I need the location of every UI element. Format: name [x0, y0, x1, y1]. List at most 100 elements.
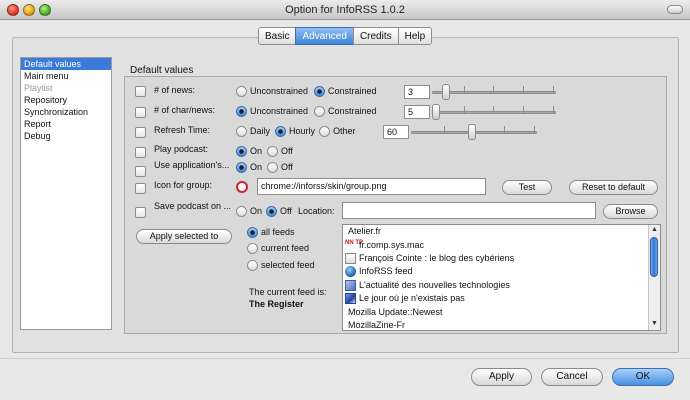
tab-advanced[interactable]: Advanced: [295, 27, 354, 45]
chars-unconstrained-radio[interactable]: [236, 106, 247, 117]
podcast-checkbox[interactable]: [135, 147, 146, 158]
nntp-icon: NN TP: [345, 239, 363, 246]
panel-title: Default values: [130, 65, 194, 76]
sidebar-list: Default values Main menu Playlist Reposi…: [20, 57, 112, 330]
chars-slider-tick: [464, 106, 465, 114]
chars-checkbox[interactable]: [135, 107, 146, 118]
refresh-slider-knob[interactable]: [468, 124, 476, 140]
save-podcast-on-radio[interactable]: [236, 206, 247, 217]
tab-basic[interactable]: Basic: [258, 27, 297, 45]
list-item[interactable]: Le jour où je n'existais pas: [343, 292, 660, 305]
sidebar-item-main-menu[interactable]: Main menu: [21, 70, 111, 82]
scope-selected-feed-radio[interactable]: [247, 260, 258, 271]
toolbar-toggle-icon[interactable]: [667, 5, 683, 14]
icon-group-checkbox[interactable]: [135, 183, 146, 194]
news-unconstrained-label: Unconstrained: [250, 86, 309, 96]
current-feed-name: The Register: [249, 299, 304, 309]
chars-unconstrained-label: Unconstrained: [250, 106, 309, 116]
sidebar-item-report[interactable]: Report: [21, 118, 111, 130]
save-podcast-on-label: On: [250, 206, 263, 216]
news-label: # of news:: [154, 85, 196, 95]
location-input[interactable]: [342, 202, 596, 219]
refresh-hourly-radio[interactable]: [275, 126, 286, 137]
news-slider-track[interactable]: [432, 91, 556, 94]
list-item[interactable]: Mozilla Update::Newest: [343, 305, 660, 318]
sidebar-item-synchronization[interactable]: Synchronization: [21, 106, 111, 118]
refresh-minutes-input[interactable]: 60: [383, 125, 409, 139]
current-feed-label: The current feed is:: [249, 287, 327, 297]
news-count-input[interactable]: 3: [404, 85, 430, 99]
chars-constrained-radio[interactable]: [314, 106, 325, 117]
scope-selected-feed-label: selected feed: [261, 260, 315, 270]
news-slider-knob[interactable]: [442, 84, 450, 100]
chars-constrained-label: Constrained: [328, 106, 377, 116]
refresh-checkbox[interactable]: [135, 127, 146, 138]
chars-slider-knob[interactable]: [432, 104, 440, 120]
refresh-other-label: Other: [333, 126, 356, 136]
cancel-button[interactable]: Cancel: [541, 368, 603, 386]
use-app-checkbox[interactable]: [135, 166, 146, 177]
save-podcast-checkbox[interactable]: [135, 207, 146, 218]
scope-current-feed-radio[interactable]: [247, 243, 258, 254]
feed-list-scroll-thumb[interactable]: [650, 237, 658, 277]
scroll-up-icon[interactable]: ▲: [651, 226, 658, 233]
group-icon-preview-icon: [236, 181, 248, 193]
news-slider-tick: [553, 86, 554, 94]
footer-divider: [0, 358, 690, 359]
page-icon: [345, 252, 356, 264]
use-app-label: Use application's...: [154, 160, 230, 170]
news-slider-tick: [464, 86, 465, 94]
refresh-slider-tick: [504, 126, 505, 134]
refresh-label: Refresh Time:: [154, 125, 211, 135]
feed-name: L'actualité des nouvelles technologies: [359, 279, 510, 290]
podcast-label: Play podcast:: [154, 144, 209, 154]
news-constrained-radio[interactable]: [314, 86, 325, 97]
chars-count-input[interactable]: 5: [404, 105, 430, 119]
podcast-on-radio[interactable]: [236, 146, 247, 157]
tab-help[interactable]: Help: [397, 27, 433, 45]
window-title: Option for InfoRSS 1.0.2: [285, 4, 405, 16]
browse-button[interactable]: Browse: [603, 204, 658, 219]
list-item[interactable]: François Cointe : le blog des cybériens: [343, 252, 660, 265]
feed-name: Le jour où je n'existais pas: [359, 293, 465, 304]
list-item[interactable]: Atelier.fr: [343, 225, 660, 238]
list-item[interactable]: MozillaZine-Fr: [343, 319, 660, 330]
icon-group-url-input[interactable]: chrome://inforss/skin/group.png: [257, 178, 486, 195]
news-checkbox[interactable]: [135, 86, 146, 97]
feed-name: Atelier.fr: [348, 226, 382, 237]
refresh-other-radio[interactable]: [319, 126, 330, 137]
apply-selected-to-button[interactable]: Apply selected to: [136, 229, 232, 244]
ok-button[interactable]: OK: [612, 368, 674, 386]
scroll-down-icon[interactable]: ▼: [651, 320, 658, 327]
tab-credits[interactable]: Credits: [352, 27, 399, 45]
list-item[interactable]: L'actualité des nouvelles technologies: [343, 279, 660, 292]
news-unconstrained-radio[interactable]: [236, 86, 247, 97]
feed-name: François Cointe : le blog des cybériens: [359, 252, 515, 263]
feed-name: InfoRSS feed: [359, 266, 413, 277]
scope-all-feeds-label: all feeds: [261, 227, 295, 237]
test-button[interactable]: Test: [502, 180, 552, 195]
refresh-slider-tick: [534, 126, 535, 134]
feed-list: Atelier.fr NN TP fr.comp.sys.mac François…: [342, 224, 661, 331]
use-app-on-label: On: [250, 162, 263, 172]
podcast-on-label: On: [250, 146, 263, 156]
sidebar-item-playlist: Playlist: [24, 83, 53, 93]
chars-slider-track[interactable]: [432, 111, 556, 114]
refresh-daily-radio[interactable]: [236, 126, 247, 137]
save-podcast-off-radio[interactable]: [266, 206, 277, 217]
apply-button[interactable]: Apply: [471, 368, 532, 386]
list-item[interactable]: InfoRSS feed: [343, 265, 660, 278]
sidebar-item-debug[interactable]: Debug: [21, 130, 111, 142]
sidebar-item-default-values[interactable]: Default values: [21, 58, 111, 70]
news-slider-tick: [523, 86, 524, 94]
podcast-off-radio[interactable]: [267, 146, 278, 157]
use-app-off-radio[interactable]: [267, 162, 278, 173]
use-app-off-label: Off: [281, 162, 293, 172]
use-app-on-radio[interactable]: [236, 162, 247, 173]
save-podcast-label: Save podcast on ...: [154, 201, 232, 211]
reset-to-default-button[interactable]: Reset to default: [569, 180, 658, 195]
sidebar-item-repository[interactable]: Repository: [21, 94, 111, 106]
list-item[interactable]: NN TP fr.comp.sys.mac: [343, 238, 660, 251]
scope-all-feeds-radio[interactable]: [247, 227, 258, 238]
icon-group-label: Icon for group:: [154, 180, 213, 190]
